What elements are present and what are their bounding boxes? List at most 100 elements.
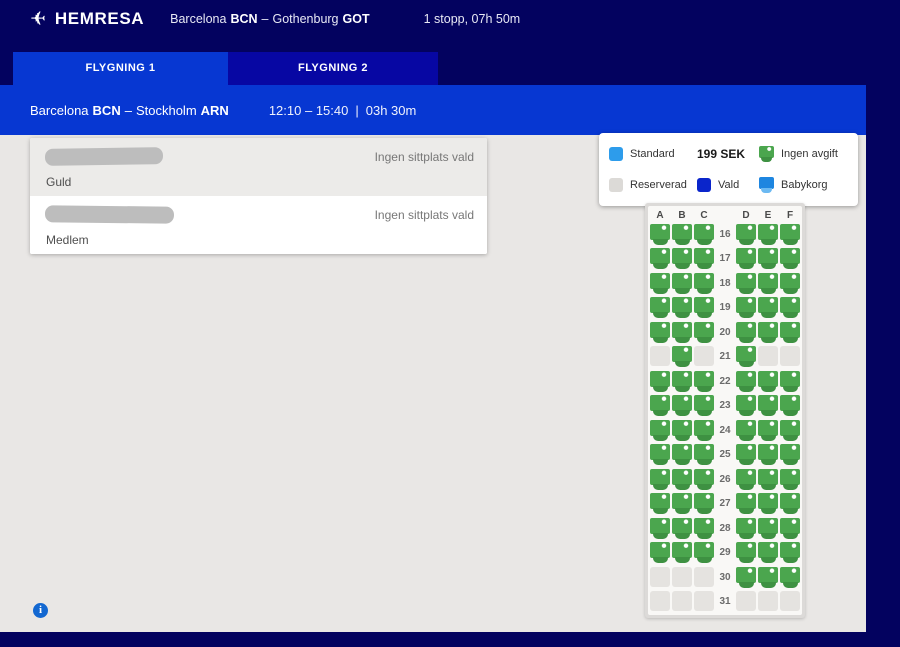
seat-22E[interactable]: [758, 371, 778, 392]
seat-27A[interactable]: [650, 493, 670, 514]
seat-26F[interactable]: [780, 469, 800, 490]
seat-24A[interactable]: [650, 420, 670, 441]
seat-18D[interactable]: [736, 273, 756, 294]
seat-16E[interactable]: [758, 224, 778, 245]
seat-16F[interactable]: [780, 224, 800, 245]
seat-23F[interactable]: [780, 395, 800, 416]
seat-22B[interactable]: [672, 371, 692, 392]
seat-20F[interactable]: [780, 322, 800, 343]
seat-24F[interactable]: [780, 420, 800, 441]
seat-23E[interactable]: [758, 395, 778, 416]
seat-18C[interactable]: [694, 273, 714, 294]
seat-25C[interactable]: [694, 444, 714, 465]
seat-28A[interactable]: [650, 518, 670, 539]
seat-22F[interactable]: [780, 371, 800, 392]
seat-17F[interactable]: [780, 248, 800, 269]
seat-row-16: 16: [648, 222, 802, 247]
passenger-name-redacted: [45, 205, 174, 223]
seat-26C[interactable]: [694, 469, 714, 490]
tab-flight-1[interactable]: FLYGNING 1: [13, 52, 228, 85]
seat-18F[interactable]: [780, 273, 800, 294]
seat-31B: [672, 591, 692, 612]
seat-29F[interactable]: [780, 542, 800, 563]
seat-20E[interactable]: [758, 322, 778, 343]
column-letter: E: [757, 210, 779, 221]
seat-21B[interactable]: [672, 346, 692, 367]
seat-19B[interactable]: [672, 297, 692, 318]
seat-16B[interactable]: [672, 224, 692, 245]
seat-19A[interactable]: [650, 297, 670, 318]
seat-26A[interactable]: [650, 469, 670, 490]
passenger-row-1[interactable]: Guld Ingen sittplats vald: [30, 138, 487, 196]
seat-22C[interactable]: [694, 371, 714, 392]
seat-row-21: 21: [648, 345, 802, 370]
seat-20B[interactable]: [672, 322, 692, 343]
seat-30F[interactable]: [780, 567, 800, 588]
seat-28C[interactable]: [694, 518, 714, 539]
seat-29E[interactable]: [758, 542, 778, 563]
seat-19C[interactable]: [694, 297, 714, 318]
passenger-row-2[interactable]: Medlem Ingen sittplats vald: [30, 196, 487, 254]
seat-20D[interactable]: [736, 322, 756, 343]
seat-19F[interactable]: [780, 297, 800, 318]
seat-29D[interactable]: [736, 542, 756, 563]
legend-standard-label: Standard: [630, 148, 675, 160]
route-dash: –: [262, 12, 269, 26]
seat-21D[interactable]: [736, 346, 756, 367]
seat-28D[interactable]: [736, 518, 756, 539]
seat-24E[interactable]: [758, 420, 778, 441]
seat-25B[interactable]: [672, 444, 692, 465]
seat-23A[interactable]: [650, 395, 670, 416]
seat-23D[interactable]: [736, 395, 756, 416]
header-route: BarcelonaBCN–GothenburgGOT: [170, 12, 373, 26]
seat-27C[interactable]: [694, 493, 714, 514]
flight-times: 12:10 – 15:40|03h 30m: [269, 103, 417, 118]
column-letter: D: [735, 210, 757, 221]
seat-24B[interactable]: [672, 420, 692, 441]
seat-17B[interactable]: [672, 248, 692, 269]
seat-19E[interactable]: [758, 297, 778, 318]
seat-26E[interactable]: [758, 469, 778, 490]
seat-17D[interactable]: [736, 248, 756, 269]
seat-22A[interactable]: [650, 371, 670, 392]
seat-27D[interactable]: [736, 493, 756, 514]
seat-19D[interactable]: [736, 297, 756, 318]
seat-26B[interactable]: [672, 469, 692, 490]
seat-17C[interactable]: [694, 248, 714, 269]
seat-18A[interactable]: [650, 273, 670, 294]
seat-26D[interactable]: [736, 469, 756, 490]
seat-27B[interactable]: [672, 493, 692, 514]
seat-29A[interactable]: [650, 542, 670, 563]
seat-22D[interactable]: [736, 371, 756, 392]
seat-25D[interactable]: [736, 444, 756, 465]
seat-16C[interactable]: [694, 224, 714, 245]
seat-28B[interactable]: [672, 518, 692, 539]
seat-25E[interactable]: [758, 444, 778, 465]
seat-18B[interactable]: [672, 273, 692, 294]
seat-rows: 16171819202122232425262728293031: [648, 222, 802, 614]
seat-28E[interactable]: [758, 518, 778, 539]
seat-30D[interactable]: [736, 567, 756, 588]
tab-flight-2[interactable]: FLYGNING 2: [228, 52, 438, 85]
seat-30E[interactable]: [758, 567, 778, 588]
seat-24D[interactable]: [736, 420, 756, 441]
seat-17E[interactable]: [758, 248, 778, 269]
seat-27E[interactable]: [758, 493, 778, 514]
info-button[interactable]: i: [33, 603, 48, 618]
seat-20C[interactable]: [694, 322, 714, 343]
seat-29B[interactable]: [672, 542, 692, 563]
seat-18E[interactable]: [758, 273, 778, 294]
seat-23B[interactable]: [672, 395, 692, 416]
seat-24C[interactable]: [694, 420, 714, 441]
seat-25A[interactable]: [650, 444, 670, 465]
seat-16A[interactable]: [650, 224, 670, 245]
seat-17A[interactable]: [650, 248, 670, 269]
seat-column-letters: A B C D E F: [648, 210, 802, 221]
seat-27F[interactable]: [780, 493, 800, 514]
seat-16D[interactable]: [736, 224, 756, 245]
seat-29C[interactable]: [694, 542, 714, 563]
seat-20A[interactable]: [650, 322, 670, 343]
seat-25F[interactable]: [780, 444, 800, 465]
seat-28F[interactable]: [780, 518, 800, 539]
seat-23C[interactable]: [694, 395, 714, 416]
